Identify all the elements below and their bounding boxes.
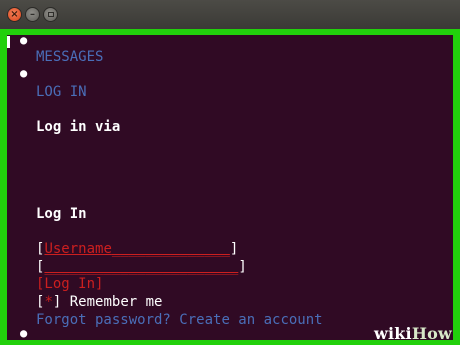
remember-me-row: [*] Remember me	[36, 294, 163, 310]
password-field-row: [_______________________]	[36, 259, 247, 275]
forgot-password-link[interactable]: Forgot password?	[36, 312, 171, 328]
minimize-icon: –	[30, 8, 35, 20]
maximize-icon	[47, 12, 54, 17]
close-window-button[interactable]: ×	[7, 7, 22, 22]
create-account-link[interactable]: Create an account	[179, 312, 322, 328]
password-field[interactable]: _______________________	[44, 259, 238, 275]
account-links-row: Forgot password? Create an account	[36, 312, 323, 328]
log-in-via-heading: Log in via	[36, 119, 121, 135]
username-field-row: [Username______________]	[36, 241, 239, 257]
bullet-icon: ●	[20, 35, 28, 47]
remember-me-checkbox[interactable]: *	[44, 294, 52, 310]
terminal-browser-view[interactable]: ● ● ● MESSAGES LOG IN Log in via Log In …	[7, 35, 453, 340]
maximize-window-button[interactable]	[43, 7, 58, 22]
username-field[interactable]: Username______________	[44, 241, 229, 257]
bullet-icon: ●	[20, 66, 28, 80]
bullet-icon: ●	[20, 326, 28, 340]
remember-me-label: Remember me	[69, 294, 163, 310]
login-link[interactable]: LOG IN	[36, 84, 87, 100]
login-submit-button[interactable]: [Log In]	[36, 276, 103, 292]
messages-link[interactable]: MESSAGES	[36, 49, 103, 65]
minimize-window-button[interactable]: –	[25, 7, 40, 22]
wikihow-watermark: wikiHow	[374, 324, 452, 343]
login-form-heading: Log In	[36, 206, 87, 222]
text-cursor	[7, 36, 10, 48]
window-titlebar: × –	[0, 0, 460, 30]
close-icon: ×	[10, 8, 19, 20]
